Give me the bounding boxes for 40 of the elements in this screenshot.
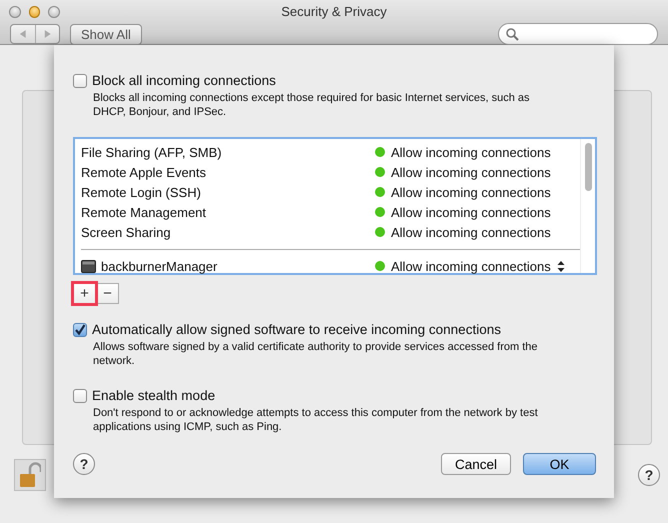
scrollbar-thumb[interactable]: [584, 143, 592, 191]
minimize-button[interactable]: [28, 6, 40, 18]
block-all-description: Blocks all incoming connections except those required for basic Internet services, such as DHCP, Bonjour, and IPSec.: [93, 91, 531, 119]
search-icon: [506, 28, 519, 40]
help-button[interactable]: ?: [73, 453, 95, 475]
close-button[interactable]: [9, 6, 21, 18]
auto-allow-description: Allows software signed by a valid certificate authority to provide services accessed from the network.: [93, 340, 538, 368]
service-name: Screen Sharing: [81, 224, 171, 240]
status-text: Allow incoming connections: [391, 144, 551, 160]
stepper-icon[interactable]: [556, 260, 565, 272]
checkbox[interactable]: [73, 388, 87, 402]
add-button[interactable]: +: [73, 283, 96, 304]
ok-button[interactable]: OK: [523, 453, 596, 475]
service-name: backburnerManager: [101, 258, 218, 274]
service-name: Remote Management: [81, 204, 206, 220]
status-text: Allow incoming connections: [391, 224, 551, 240]
zoom-button[interactable]: [48, 6, 60, 18]
status-text: Allow incoming connections: [391, 258, 551, 274]
service-name: File Sharing (AFP, SMB): [81, 144, 222, 160]
checkbox[interactable]: [73, 322, 87, 336]
lock-button[interactable]: [14, 459, 46, 491]
window-title: Security & Privacy: [280, 3, 388, 19]
remove-button[interactable]: −: [96, 283, 119, 304]
service-name: Remote Login (SSH): [81, 184, 201, 200]
stealth-mode-description: Don't respond to or acknowledge attempts to access this computer from the network by test applications using ICMP, such as Ping.: [93, 406, 538, 434]
search-field[interactable]: [498, 23, 658, 45]
auto-allow-label: Automatically allow signed software to receive incoming connections: [92, 322, 501, 337]
padlock-icon: [19, 462, 41, 488]
stealth-mode-label: Enable stealth mode: [92, 388, 216, 403]
services-list[interactable]: [73, 137, 597, 275]
checkbox[interactable]: [73, 74, 87, 88]
block-all-label: Block all incoming connections: [92, 73, 276, 88]
status-text: Allow incoming connections: [391, 184, 551, 200]
status-text: Allow incoming connections: [391, 204, 551, 220]
service-name: Remote Apple Events: [81, 164, 206, 180]
cancel-button[interactable]: Cancel: [441, 453, 511, 475]
show-all-button[interactable]: Show All: [70, 24, 142, 44]
app-icon: [81, 260, 96, 272]
status-text: Allow incoming connections: [391, 164, 551, 180]
help-button[interactable]: ?: [638, 464, 660, 486]
